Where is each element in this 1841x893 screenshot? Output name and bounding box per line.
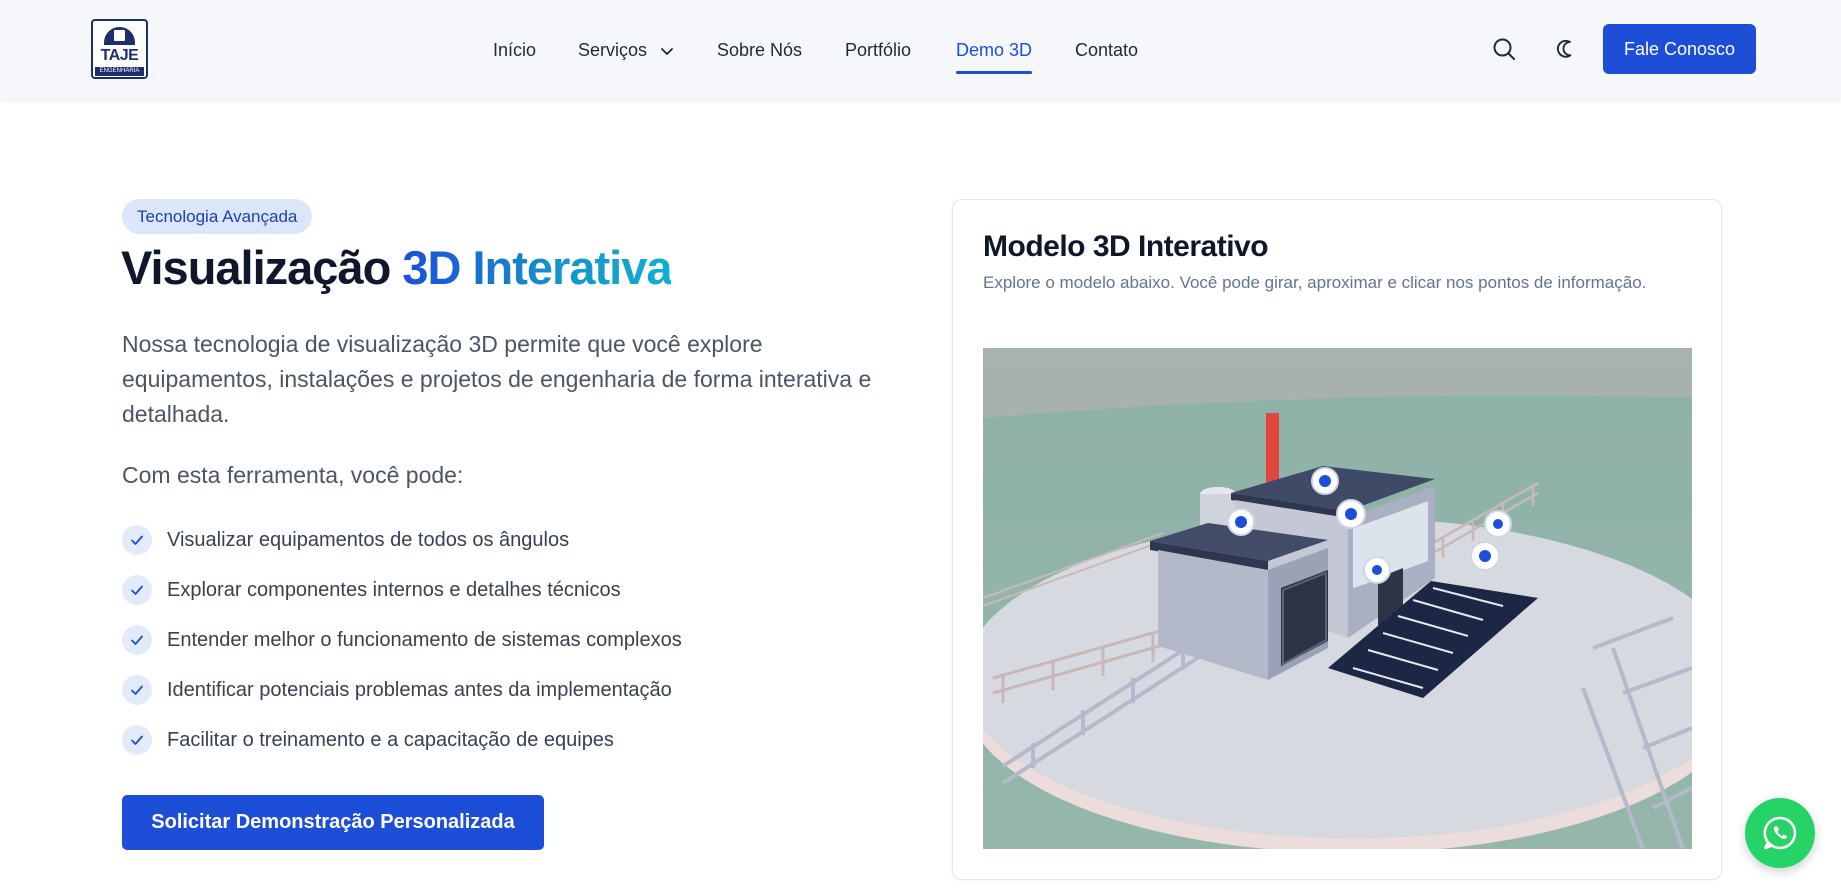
info-hotspot[interactable]: [1227, 508, 1255, 536]
title-plain: Visualização: [121, 241, 403, 294]
feature-item: Identificar potenciais problemas antes d…: [122, 675, 672, 705]
site-header: TAJE ENGENHARIA Início Serviços Sobre Nó…: [0, 0, 1841, 99]
nav-portfolio[interactable]: Portfólio: [845, 40, 911, 61]
check-icon: [122, 575, 152, 605]
technology-badge: Tecnologia Avançada: [122, 199, 313, 234]
check-icon: [122, 625, 152, 655]
whatsapp-icon: [1763, 816, 1797, 850]
title-highlight: 3D Interativa: [402, 241, 672, 294]
feature-text: Visualizar equipamentos de todos os ângu…: [167, 528, 570, 551]
request-demo-button[interactable]: Solicitar Demonstração Personalizada: [122, 795, 544, 850]
feature-text: Explorar componentes internos e detalhes…: [167, 578, 621, 601]
check-icon: [122, 675, 152, 705]
feature-text: Facilitar o treinamento e a capacitação …: [167, 728, 614, 751]
check-icon: [122, 725, 152, 755]
feature-text: Entender melhor o funcionamento de siste…: [167, 628, 682, 651]
moon-icon: [1556, 39, 1572, 58]
feature-text: Identificar potenciais problemas antes d…: [167, 678, 672, 701]
search-icon: [1493, 38, 1515, 60]
features-lead: Com esta ferramenta, você pode:: [122, 462, 464, 488]
search-button[interactable]: [1490, 35, 1518, 63]
logo-title: TAJE: [100, 47, 139, 64]
hero-description: Nossa tecnologia de visualização 3D perm…: [122, 331, 872, 427]
3d-viewer-canvas[interactable]: [983, 348, 1692, 849]
theme-toggle-button[interactable]: [1555, 35, 1583, 63]
nav-inicio[interactable]: Início: [493, 40, 536, 61]
logo-window-icon: [114, 30, 125, 41]
contact-cta-button[interactable]: Fale Conosco: [1603, 24, 1756, 74]
nav-contato[interactable]: Contato: [1075, 40, 1138, 61]
company-logo[interactable]: TAJE ENGENHARIA: [91, 19, 148, 79]
3d-scene: [983, 348, 1692, 849]
nav-servicos[interactable]: Serviços: [578, 40, 674, 61]
info-hotspot[interactable]: [1311, 467, 1339, 495]
feature-item: Visualizar equipamentos de todos os ângu…: [122, 525, 569, 555]
info-hotspot[interactable]: [1363, 556, 1391, 584]
nav-demo-3d[interactable]: Demo 3D: [956, 40, 1033, 74]
card-title: Modelo 3D Interativo: [983, 230, 1269, 263]
info-hotspot[interactable]: [1336, 499, 1366, 529]
check-icon: [122, 525, 152, 555]
feature-item: Facilitar o treinamento e a capacitação …: [122, 725, 614, 755]
feature-item: Entender melhor o funcionamento de siste…: [122, 625, 682, 655]
chevron-down-icon: [661, 48, 673, 56]
card-subtitle: Explore o modelo abaixo. Você pode girar…: [983, 273, 1647, 292]
nav-servicos-label: Serviços: [578, 40, 648, 60]
nav-sobre-nos[interactable]: Sobre Nós: [717, 40, 802, 61]
chimney: [1266, 413, 1279, 488]
model-card: Modelo 3D Interativo Explore o modelo ab…: [952, 199, 1722, 880]
page-title: Visualização 3D Interativa: [121, 240, 672, 295]
whatsapp-button[interactable]: [1745, 798, 1815, 868]
info-hotspot[interactable]: [1484, 510, 1512, 538]
info-hotspot[interactable]: [1470, 541, 1500, 571]
logo-subtitle: ENGENHARIA: [95, 67, 144, 76]
feature-item: Explorar componentes internos e detalhes…: [122, 575, 621, 605]
